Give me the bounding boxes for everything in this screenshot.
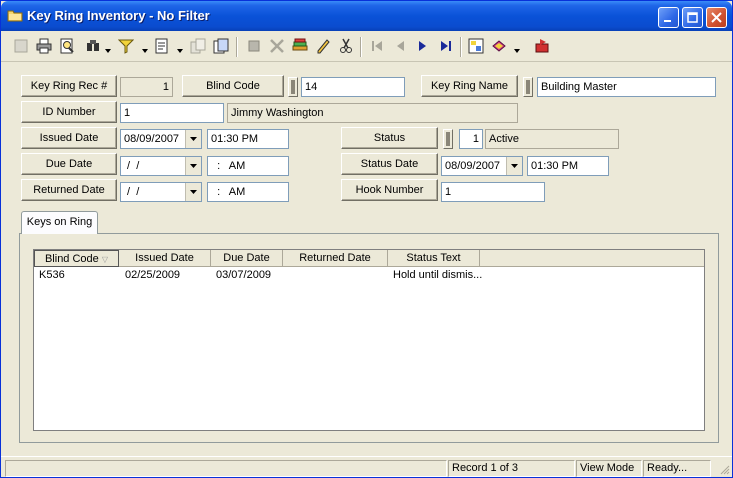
close-button[interactable] [706, 7, 727, 28]
filter-dropdown-icon[interactable] [142, 44, 148, 53]
cell-status-text: Hold until dismis... [393, 269, 483, 281]
print-preview-icon[interactable] [56, 35, 78, 57]
filter-icon[interactable] [115, 35, 137, 57]
blind-code-label[interactable]: Blind Code [182, 75, 284, 97]
cell-due-date: 03/07/2009 [216, 269, 272, 281]
status-bar: Record 1 of 3 View Mode Ready... [1, 456, 732, 477]
issued-time-field[interactable]: 01:30 PM [207, 129, 289, 149]
mode-indicator: View Mode [576, 460, 642, 477]
status-date-value: 08/09/2007 [445, 160, 501, 172]
issued-date-value: 08/09/2007 [124, 133, 180, 145]
report-icon[interactable] [151, 35, 173, 57]
blind-code-lookup-handle[interactable] [288, 77, 298, 97]
keys-grid: Blind Code ▽ Issued Date Due Date Return… [33, 249, 705, 431]
column-header-filler [480, 250, 704, 267]
exit-icon[interactable] [531, 35, 553, 57]
due-date-value: / / [124, 160, 140, 172]
title-bar[interactable]: Key Ring Inventory - No Filter [1, 1, 732, 31]
status-label[interactable]: Status [341, 127, 438, 149]
toolbar-separator [460, 37, 462, 57]
returned-time-field[interactable]: : AM [207, 182, 289, 202]
next-record-icon[interactable] [412, 35, 434, 57]
edit-icon[interactable] [312, 35, 334, 57]
chevron-down-icon[interactable] [185, 130, 201, 148]
returned-date-picker[interactable]: / / [120, 182, 202, 202]
status-date-picker[interactable]: 08/09/2007 [441, 156, 523, 176]
ready-indicator: Ready... [643, 460, 711, 477]
due-time-field[interactable]: : AM [207, 156, 289, 176]
returned-date-label[interactable]: Returned Date [21, 179, 117, 201]
cell-returned-date [288, 268, 386, 283]
find-icon[interactable] [82, 35, 104, 57]
blind-code-field[interactable]: 14 [301, 77, 405, 97]
hook-number-field[interactable]: 1 [441, 182, 545, 202]
status-text-field: Active [485, 129, 619, 149]
status-panel-message [5, 460, 447, 477]
record-position: Record 1 of 3 [448, 460, 575, 477]
maximize-button[interactable] [682, 7, 703, 28]
select-icon[interactable] [465, 35, 487, 57]
toolbar [1, 31, 732, 62]
column-header-status-text[interactable]: Status Text [388, 250, 480, 267]
previous-record-icon[interactable] [389, 35, 411, 57]
id-number-field[interactable]: 1 [120, 103, 224, 123]
due-date-label[interactable]: Due Date [21, 153, 117, 175]
key-ring-name-field[interactable]: Building Master [537, 77, 716, 97]
tab-keys-on-ring[interactable]: Keys on Ring [21, 211, 98, 234]
key-ring-rec-field: 1 [120, 77, 173, 97]
cut-icon[interactable] [335, 35, 357, 57]
key-ring-inventory-window: Key Ring Inventory - No Filter Key Ring … [0, 0, 733, 478]
cell-blind-code: K536 [39, 269, 65, 281]
chevron-down-icon[interactable] [185, 157, 201, 175]
delete-icon[interactable] [243, 35, 265, 57]
key-ring-name-lookup-handle[interactable] [523, 77, 533, 97]
book-icon[interactable] [488, 35, 510, 57]
cancel-icon[interactable] [266, 35, 288, 57]
resize-grip-icon[interactable] [718, 463, 730, 475]
id-number-label[interactable]: ID Number [21, 101, 117, 123]
column-header-label: Blind Code [44, 253, 99, 265]
folder-key-icon [7, 8, 23, 22]
person-name-field: Jimmy Washington [227, 103, 518, 123]
sort-indicator-icon: ▽ [101, 255, 109, 264]
key-ring-name-label[interactable]: Key Ring Name [421, 75, 518, 97]
key-ring-rec-label[interactable]: Key Ring Rec # [21, 75, 117, 97]
save-icon[interactable] [289, 35, 311, 57]
status-lookup-handle[interactable] [443, 129, 453, 149]
toolbar-separator [360, 37, 362, 57]
hook-number-label[interactable]: Hook Number [341, 179, 438, 201]
column-header-issued-date[interactable]: Issued Date [119, 250, 211, 267]
print-icon[interactable] [33, 35, 55, 57]
returned-date-value: / / [124, 186, 140, 198]
status-date-label[interactable]: Status Date [341, 153, 438, 175]
status-code-field[interactable]: 1 [459, 129, 483, 149]
chevron-down-icon[interactable] [185, 183, 201, 201]
first-record-icon[interactable] [366, 35, 388, 57]
column-header-blind-code[interactable]: Blind Code ▽ [34, 250, 119, 267]
report-dropdown-icon[interactable] [177, 44, 183, 53]
chevron-down-icon[interactable] [506, 157, 522, 175]
column-header-returned-date[interactable]: Returned Date [283, 250, 388, 267]
issued-date-label[interactable]: Issued Date [21, 127, 117, 149]
book-dropdown-icon[interactable] [514, 44, 520, 53]
cell-issued-date: 02/25/2009 [125, 269, 181, 281]
column-header-due-date[interactable]: Due Date [211, 250, 283, 267]
due-date-picker[interactable]: / / [120, 156, 202, 176]
toolbar-separator [236, 37, 238, 57]
new-record-icon[interactable] [10, 35, 32, 57]
find-dropdown-icon[interactable] [105, 44, 111, 53]
copy-icon[interactable] [187, 35, 209, 57]
last-record-icon[interactable] [435, 35, 457, 57]
issued-date-picker[interactable]: 08/09/2007 [120, 129, 202, 149]
minimize-button[interactable] [658, 7, 679, 28]
window-title: Key Ring Inventory - No Filter [27, 8, 210, 23]
layout-icon[interactable] [210, 35, 232, 57]
status-time-field[interactable]: 01:30 PM [527, 156, 609, 176]
